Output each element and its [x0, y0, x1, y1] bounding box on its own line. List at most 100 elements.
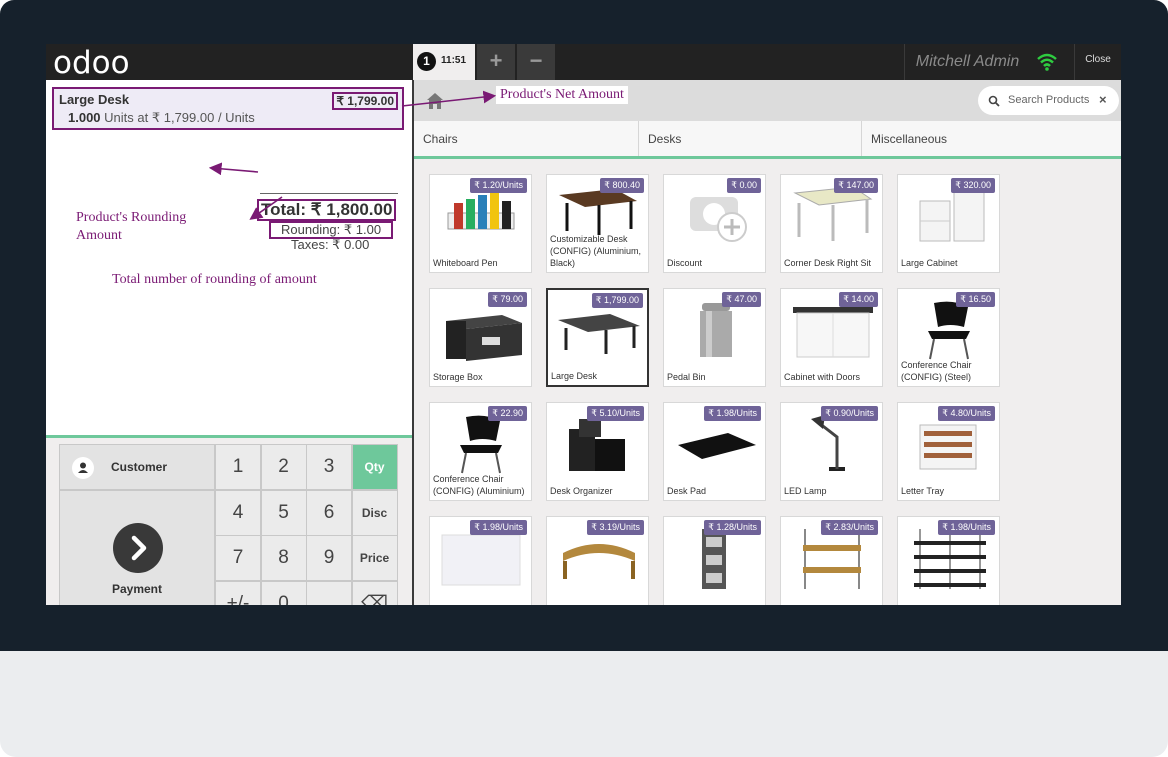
digit-9-key[interactable]: 9 — [306, 535, 352, 581]
product-name: Discount — [667, 258, 703, 268]
backspace-key[interactable]: ⌫ — [351, 580, 398, 605]
odoo-logo: odoo — [53, 45, 130, 81]
new-order-button[interactable]: + — [477, 44, 515, 80]
product-price-tag: ₹ 800.40 — [600, 178, 644, 193]
product-price-tag: ₹ 0.00 — [727, 178, 761, 193]
close-button[interactable]: Close — [1074, 44, 1121, 80]
home-icon[interactable] — [426, 92, 444, 110]
order-number-badge: 1 — [417, 52, 436, 71]
order-taxes: Taxes: ₹ 0.00 — [291, 237, 370, 252]
product-card[interactable]: ₹ 16.50 Conference Chair (CONFIG) (Steel) — [897, 288, 1000, 387]
customer-button[interactable]: Customer — [59, 444, 215, 490]
chevron-right-icon — [113, 523, 163, 573]
clear-search-icon[interactable]: × — [1099, 92, 1107, 107]
product-card[interactable]: ₹ 1.28/Units — [663, 516, 766, 605]
product-card[interactable]: ₹ 47.00 Pedal Bin — [663, 288, 766, 387]
product-card[interactable]: ₹ 147.00 Corner Desk Right Sit — [780, 174, 883, 273]
digit-7-key[interactable]: 7 — [215, 535, 261, 581]
annotation-rounding-line2: Amount — [76, 228, 122, 243]
pos-topbar: odoo 1 11:51 + − Mitchell Admin Close — [46, 44, 1121, 81]
product-card[interactable]: ₹ 3.19/Units — [546, 516, 649, 605]
product-card[interactable]: ₹ 2.83/Units — [780, 516, 883, 605]
search-box[interactable]: Search Products × — [978, 86, 1119, 115]
annotation-total-rounding: Total number of rounding of amount — [112, 272, 317, 287]
product-card[interactable]: ₹ 4.80/Units Letter Tray — [897, 402, 1000, 501]
product-card[interactable]: ₹ 1.98/Units — [897, 516, 1000, 605]
product-price-tag: ₹ 16.50 — [956, 292, 995, 307]
product-header: Product's Net Amount Search Products × — [414, 80, 1121, 121]
product-name: Corner Desk Right Sit — [784, 258, 872, 268]
product-price-tag: ₹ 320.00 — [951, 178, 995, 193]
product-card[interactable]: ₹ 5.10/Units Desk Organizer — [546, 402, 649, 501]
product-name: Whiteboard Pen — [433, 258, 498, 268]
digit-6-key[interactable]: 6 — [306, 489, 352, 536]
order-pane: Large Desk ₹ 1,799.00 1.000 Units at ₹ 1… — [46, 80, 412, 605]
category-miscellaneous[interactable]: Miscellaneous — [862, 121, 1121, 156]
order-line[interactable]: Large Desk ₹ 1,799.00 1.000 Units at ₹ 1… — [52, 87, 404, 130]
product-price-tag: ₹ 1.28/Units — [704, 520, 761, 535]
product-name: Large Desk — [551, 371, 598, 381]
product-price-tag: ₹ 1.98/Units — [470, 520, 527, 535]
product-card[interactable]: ₹ 1.98/Units Desk Pad — [663, 402, 766, 501]
digit-8-key[interactable]: 8 — [260, 535, 307, 581]
product-price-tag: ₹ 2.83/Units — [821, 520, 878, 535]
digit-3-key[interactable]: 3 — [306, 444, 352, 490]
product-card[interactable]: ₹ 14.00 Cabinet with Doors — [780, 288, 883, 387]
mode-price[interactable]: Price — [351, 535, 398, 581]
annotation-net-amount: Product's Net Amount — [496, 86, 628, 104]
product-name: Conference Chair (CONFIG) (Steel) — [901, 360, 972, 382]
order-line-qty: 1.000 — [68, 110, 101, 125]
search-input[interactable]: Search Products — [1008, 94, 1089, 106]
category-desks[interactable]: Desks — [639, 121, 862, 156]
product-card[interactable]: ₹ 22.90 Conference Chair (CONFIG) (Alumin… — [429, 402, 532, 501]
product-name: Letter Tray — [901, 486, 945, 496]
user-icon — [72, 457, 94, 479]
search-icon — [988, 94, 1000, 107]
product-grid: ₹ 1.20/Units Whiteboard Pen ₹ 800.40 Custom… — [414, 162, 1121, 605]
order-tab[interactable]: 1 11:51 — [413, 44, 475, 80]
numpad: 1 2 3 Qty 4 5 6 Disc 7 8 9 Price +/- 0. ⌫ — [215, 444, 398, 605]
pos-screen: odoo 1 11:51 + − Mitchell Admin Close La… — [46, 44, 1121, 605]
category-bar: Chairs Desks Miscellaneous — [414, 121, 1121, 159]
control-pads: Customer Payment 1 2 3 Qty 4 5 6 Disc 7 8 9 Price +/… — [46, 438, 412, 605]
product-card[interactable]: ₹ 1.20/Units Whiteboard Pen — [429, 174, 532, 273]
digit-2-key[interactable]: 2 — [260, 444, 307, 490]
annotation-rounding-line1: Product's Rounding — [76, 210, 187, 225]
product-price-tag: ₹ 1.20/Units — [470, 178, 527, 193]
wifi-icon — [1036, 52, 1058, 72]
digit-0-key[interactable]: 0 — [260, 580, 307, 605]
product-card[interactable]: ₹ 1,799.00 Large Desk — [546, 288, 649, 387]
order-line-info: 1.000 Units at ₹ 1,799.00 / Units — [68, 110, 255, 126]
digit-5-key[interactable]: 5 — [260, 489, 307, 536]
product-price-tag: ₹ 147.00 — [834, 178, 878, 193]
mode-qty[interactable]: Qty — [351, 444, 398, 490]
decimal-key[interactable]: . — [306, 580, 352, 605]
product-card[interactable]: ₹ 320.00 Large Cabinet — [897, 174, 1000, 273]
order-line-price: ₹ 1,799.00 — [332, 92, 398, 110]
payment-button[interactable]: Payment — [59, 490, 215, 605]
product-pane: Product's Net Amount Search Products × C… — [412, 80, 1121, 605]
device-chin — [0, 651, 1168, 757]
product-price-tag: ₹ 4.80/Units — [938, 406, 995, 421]
product-price-tag: ₹ 14.00 — [839, 292, 878, 307]
customer-label: Customer — [111, 460, 168, 474]
product-price-tag: ₹ 0.90/Units — [821, 406, 878, 421]
product-name: LED Lamp — [784, 486, 827, 496]
product-card[interactable]: ₹ 800.40 Customizable Desk (CONFIG) (Alum… — [546, 174, 649, 273]
product-name: Conference Chair (CONFIG) (Aluminium) — [433, 474, 525, 496]
product-price-tag: ₹ 79.00 — [488, 292, 527, 307]
mode-disc[interactable]: Disc — [351, 489, 398, 536]
sign-key[interactable]: +/- — [215, 580, 261, 605]
digit-4-key[interactable]: 4 — [215, 489, 261, 536]
delete-order-button[interactable]: − — [517, 44, 555, 80]
product-card[interactable]: ₹ 1.98/Units — [429, 516, 532, 605]
product-price-tag: ₹ 5.10/Units — [587, 406, 644, 421]
product-card[interactable]: ₹ 0.00 Discount — [663, 174, 766, 273]
product-card[interactable]: ₹ 79.00 Storage Box — [429, 288, 532, 387]
product-card[interactable]: ₹ 0.90/Units LED Lamp — [780, 402, 883, 501]
cashier-name[interactable]: Mitchell Admin — [904, 44, 1030, 80]
product-price-tag: ₹ 1.98/Units — [704, 406, 761, 421]
category-chairs[interactable]: Chairs — [414, 121, 639, 156]
digit-1-key[interactable]: 1 — [215, 444, 261, 490]
order-line-product: Large Desk — [59, 92, 130, 107]
